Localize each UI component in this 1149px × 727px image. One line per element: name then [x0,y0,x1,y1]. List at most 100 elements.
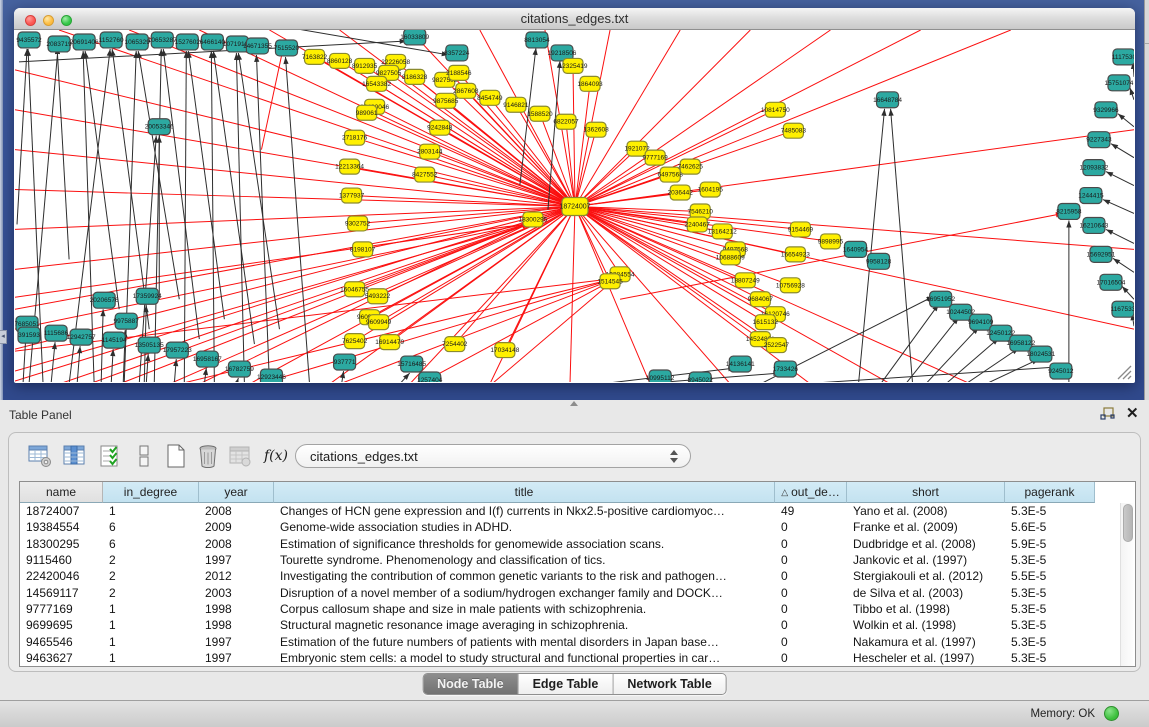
select-rows-icon[interactable] [97,443,123,469]
table-row[interactable]: 1830029562008Estimation of significance … [20,536,1121,552]
graph-node[interactable]: 9329966 [1093,102,1119,118]
graph-node[interactable]: 10814750 [761,102,790,117]
table-scrollbar[interactable] [1120,503,1133,666]
graph-node[interactable]: 20206576 [90,292,119,308]
graph-node[interactable]: 1362608 [583,122,609,137]
graph-node[interactable]: 1527602 [175,34,201,50]
graph-node[interactable]: 7515520 [274,40,300,56]
table-select-dropdown[interactable]: citations_edges.txt [295,444,691,468]
column-header-name[interactable]: name [20,482,103,503]
column-header-in_degree[interactable]: in_degree [103,482,199,503]
graph-node[interactable]: 1514545 [597,274,623,289]
graph-node[interactable]: 1167533 [1111,301,1134,317]
graph-node[interactable]: 8198107 [350,242,376,257]
graph-node[interactable]: 7485083 [781,123,807,138]
graph-node[interactable]: 20691406 [70,34,99,50]
merge-columns-icon[interactable] [131,443,157,469]
citation-network-graph[interactable]: 9435572208371920691406115276010653291065… [15,30,1134,382]
graph-node[interactable]: 18724007 [559,198,590,216]
graph-node[interactable]: 9875685 [433,93,459,108]
graph-node[interactable]: 18024531 [1026,346,1055,362]
graph-node[interactable]: 8860128 [327,53,353,68]
graph-node[interactable]: 9302752 [345,216,371,231]
graph-node[interactable]: 12093832 [1079,160,1108,176]
graph-node[interactable]: 7254402 [442,337,468,352]
graph-node[interactable]: 13505135 [135,337,164,353]
graph-node[interactable]: 16210643 [1079,217,1108,233]
graph-node[interactable]: 12325419 [559,58,588,73]
graph-node[interactable]: 6822057 [553,114,579,129]
graph-node[interactable]: 5493222 [365,289,391,304]
graph-node[interactable]: 8912935 [352,58,378,73]
graph-node[interactable]: 9898995 [818,234,844,249]
graph-node[interactable]: 9245012 [1048,363,1074,379]
table-row[interactable]: 1456911722003Disruption of a novel membe… [20,585,1121,601]
graph-node[interactable]: 8357224 [444,45,470,61]
table-scrollbar-thumb[interactable] [1123,504,1133,542]
tab-network-table[interactable]: Network Table [613,674,726,695]
graph-node[interactable]: 13164212 [708,224,737,239]
graph-node[interactable]: 9435572 [16,32,42,48]
graph-node[interactable]: 1604195 [698,182,724,197]
graph-node[interactable]: 6466140 [200,34,226,50]
graph-node[interactable]: 9609949 [366,315,392,330]
table-row[interactable]: 946554611997Estimation of the future num… [20,634,1121,650]
collapse-west-panel-arrow[interactable]: ◂ [0,330,7,344]
graph-node[interactable]: 2083719 [46,36,72,52]
close-panel-icon[interactable]: ✕ [1126,404,1139,422]
tab-node-table[interactable]: Node Table [423,674,518,695]
delete-table-icon[interactable] [195,443,221,469]
graph-node[interactable]: 1864093 [577,76,603,91]
graph-node[interactable]: 1065329 [125,34,151,50]
graph-node[interactable]: 1733426 [773,361,799,377]
graph-node[interactable]: 12923446 [257,369,286,382]
graph-node[interactable]: 7625402 [342,334,368,349]
graph-node[interactable]: 16654923 [781,247,810,262]
graph-node[interactable]: 1117530 [1112,49,1134,65]
graph-node[interactable]: 2718176 [342,130,368,145]
table-row[interactable]: 1872400712008Changes of HCN gene express… [20,503,1121,519]
graph-node[interactable]: 9227343 [1086,132,1112,148]
graph-node[interactable]: 17359924 [133,288,162,304]
graph-node[interactable]: 10653287 [148,32,177,48]
graph-node[interactable]: 1244415 [1078,188,1104,204]
table-type-segmented-control[interactable]: Node TableEdge TableNetwork Table [422,673,727,695]
graph-node[interactable]: 8945022 [688,372,714,382]
tab-edge-table[interactable]: Edge Table [519,674,614,695]
table-settings-icon[interactable] [27,443,53,469]
network-window-titlebar[interactable]: citations_edges.txt [14,8,1135,30]
graph-node[interactable]: 1640954 [843,241,869,257]
table-row[interactable]: 1938455462009Genome-wide association stu… [20,519,1121,535]
graph-node[interactable]: 14671355 [243,38,272,54]
graph-node[interactable]: 1152760 [99,32,124,48]
graph-node[interactable]: 2522547 [764,338,790,353]
graph-node[interactable]: 7163822 [302,49,328,64]
graph-node[interactable]: 17016504 [1096,274,1125,290]
graph-node[interactable]: 15751074 [1105,75,1134,91]
graph-node[interactable]: 9684067 [748,292,774,307]
graph-node[interactable]: 937771 [334,354,356,370]
graph-node[interactable]: 16958167 [193,351,222,367]
graph-node[interactable]: 18807249 [731,273,760,288]
node-table[interactable]: namein_degreeyeartitle△out_de…shortpager… [19,481,1136,667]
graph-node[interactable]: 1377937 [339,188,365,203]
column-header-year[interactable]: year [199,482,274,503]
graph-node[interactable]: 15692951 [1086,246,1115,262]
graph-node[interactable]: 8215958 [1056,204,1082,220]
graph-node[interactable]: 16648784 [873,92,902,108]
graph-node[interactable]: 9777169 [642,150,668,165]
graph-node[interactable]: 12942757 [67,329,96,345]
table-row[interactable]: 911546021997Tourette syndrome. Phenomeno… [20,552,1121,568]
graph-node[interactable]: 8813054 [524,32,550,48]
graph-node[interactable]: 9975887 [114,313,140,329]
table-row[interactable]: 969969511998Structural magnetic resonanc… [20,617,1121,633]
column-visibility-icon[interactable] [61,443,87,469]
graph-node[interactable]: 17034148 [490,343,519,358]
float-panel-icon[interactable] [1100,407,1116,421]
graph-node[interactable]: 989061 [356,105,378,120]
column-header-title[interactable]: title [274,482,775,503]
graph-node[interactable]: 10995112 [646,370,675,382]
resize-grip-icon[interactable] [1114,362,1132,380]
graph-node[interactable]: 17957223 [163,342,192,358]
graph-node[interactable]: 1615132 [753,315,779,330]
